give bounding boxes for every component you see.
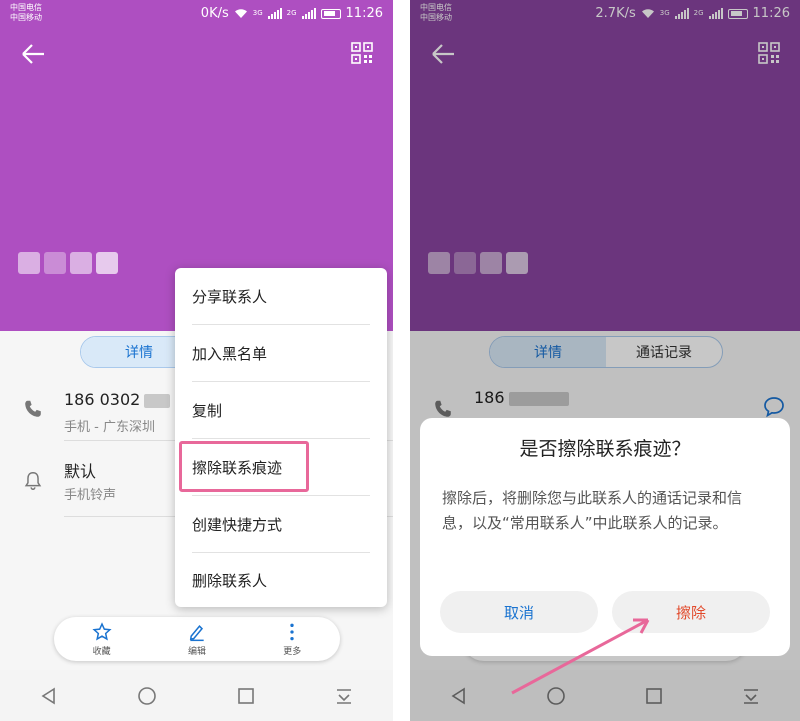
favorite-button[interactable]: 收藏	[92, 621, 112, 657]
wifi-icon	[234, 9, 247, 18]
erase-confirm-dialog: 是否擦除联系痕迹？ 擦除后，将删除您与此联系人的通话记录和信息，以及“常用联系人…	[420, 418, 790, 656]
favorite-label: 收藏	[92, 646, 111, 657]
bell-icon	[24, 472, 42, 490]
erase-button[interactable]: 擦除	[612, 591, 770, 633]
carrier-2: 中国移动	[10, 13, 42, 22]
carrier-labels: 中国电信 中国移动	[10, 3, 42, 23]
qr-code-icon[interactable]	[351, 42, 373, 64]
signal-icon	[267, 8, 282, 19]
edit-label: 编辑	[187, 646, 206, 657]
network-speed: 0K/s	[200, 6, 229, 21]
status-right: 0K/s 3G 2G 11:26	[201, 6, 383, 21]
phone-number: 186 0302	[64, 390, 171, 409]
network-type-1: 3G	[252, 9, 263, 17]
overflow-menu: 分享联系人 加入黑名单 复制 擦除联系痕迹 创建快捷方式 删除联系人	[175, 268, 387, 607]
menu-item-share-contact[interactable]: 分享联系人	[175, 268, 387, 324]
nav-back-icon[interactable]	[39, 686, 59, 706]
battery-icon	[320, 8, 341, 19]
menu-item-add-blacklist[interactable]: 加入黑名单	[175, 325, 387, 381]
carrier-1: 中国电信	[10, 3, 42, 12]
cancel-button[interactable]: 取消	[440, 591, 598, 633]
phone-screen-left: 中国电信 中国移动 0K/s 3G 2G 11:26 详情 186 0302 手…	[0, 0, 393, 721]
menu-item-copy[interactable]: 复制	[175, 382, 387, 438]
menu-item-delete-contact[interactable]: 删除联系人	[175, 552, 387, 608]
pencil-icon	[189, 624, 204, 641]
status-bar: 中国电信 中国移动 0K/s 3G 2G 11:26	[0, 0, 393, 30]
screenshot-pair: 中国电信 中国移动 0K/s 3G 2G 11:26 详情 186 0302 手…	[0, 0, 800, 721]
edit-button[interactable]: 编辑	[187, 622, 207, 657]
ringtone-title: 默认	[64, 462, 97, 481]
nav-notification-icon[interactable]	[334, 686, 354, 706]
more-label: 更多	[283, 646, 302, 657]
dialog-title: 是否擦除联系痕迹？	[519, 438, 691, 460]
more-vertical-icon	[290, 623, 294, 640]
clock: 11:26	[345, 6, 383, 21]
signal-icon-2	[301, 8, 316, 19]
phone-screen-right: 中国电信 中国移动 2.7K/s 3G 2G 11:26 详情 通话记录 186…	[410, 0, 800, 721]
menu-item-create-shortcut[interactable]: 创建快捷方式	[175, 496, 387, 552]
dialog-message: 擦除后，将删除您与此联系人的通话记录和信息，以及“常用联系人”中此联系人的记录。	[442, 489, 743, 532]
nav-recents-icon[interactable]	[236, 686, 256, 706]
phone-number-location: 手机 - 广东深圳	[64, 420, 155, 435]
annotation-highlight-box	[179, 441, 309, 492]
system-nav-bar	[0, 670, 393, 721]
phone-icon	[25, 400, 41, 417]
network-type-2: 2G	[286, 9, 297, 17]
nav-home-icon[interactable]	[137, 686, 157, 706]
contact-action-bar: 收藏 编辑 更多	[54, 617, 340, 661]
ringtone-sub: 手机铃声	[64, 488, 117, 503]
blurred-digits	[144, 393, 171, 408]
back-arrow-icon[interactable]	[20, 42, 46, 66]
star-icon	[92, 621, 112, 641]
more-button[interactable]: 更多	[282, 622, 302, 657]
contact-name-blurred	[18, 252, 118, 274]
